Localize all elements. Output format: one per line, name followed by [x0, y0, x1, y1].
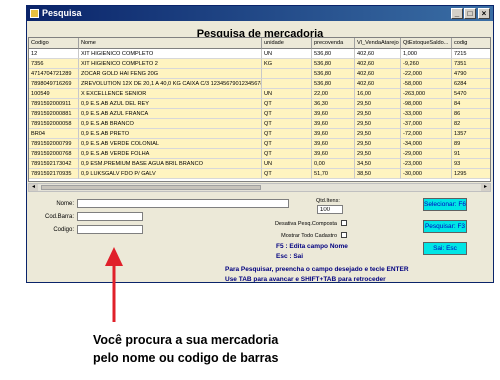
arrow-overlay	[105, 247, 123, 322]
caption-line-2: pelo nome ou codigo de barras	[93, 351, 279, 365]
red-arrow-head-icon	[105, 247, 123, 266]
caption-line-1: Você procura a sua mercadoria	[93, 333, 279, 347]
